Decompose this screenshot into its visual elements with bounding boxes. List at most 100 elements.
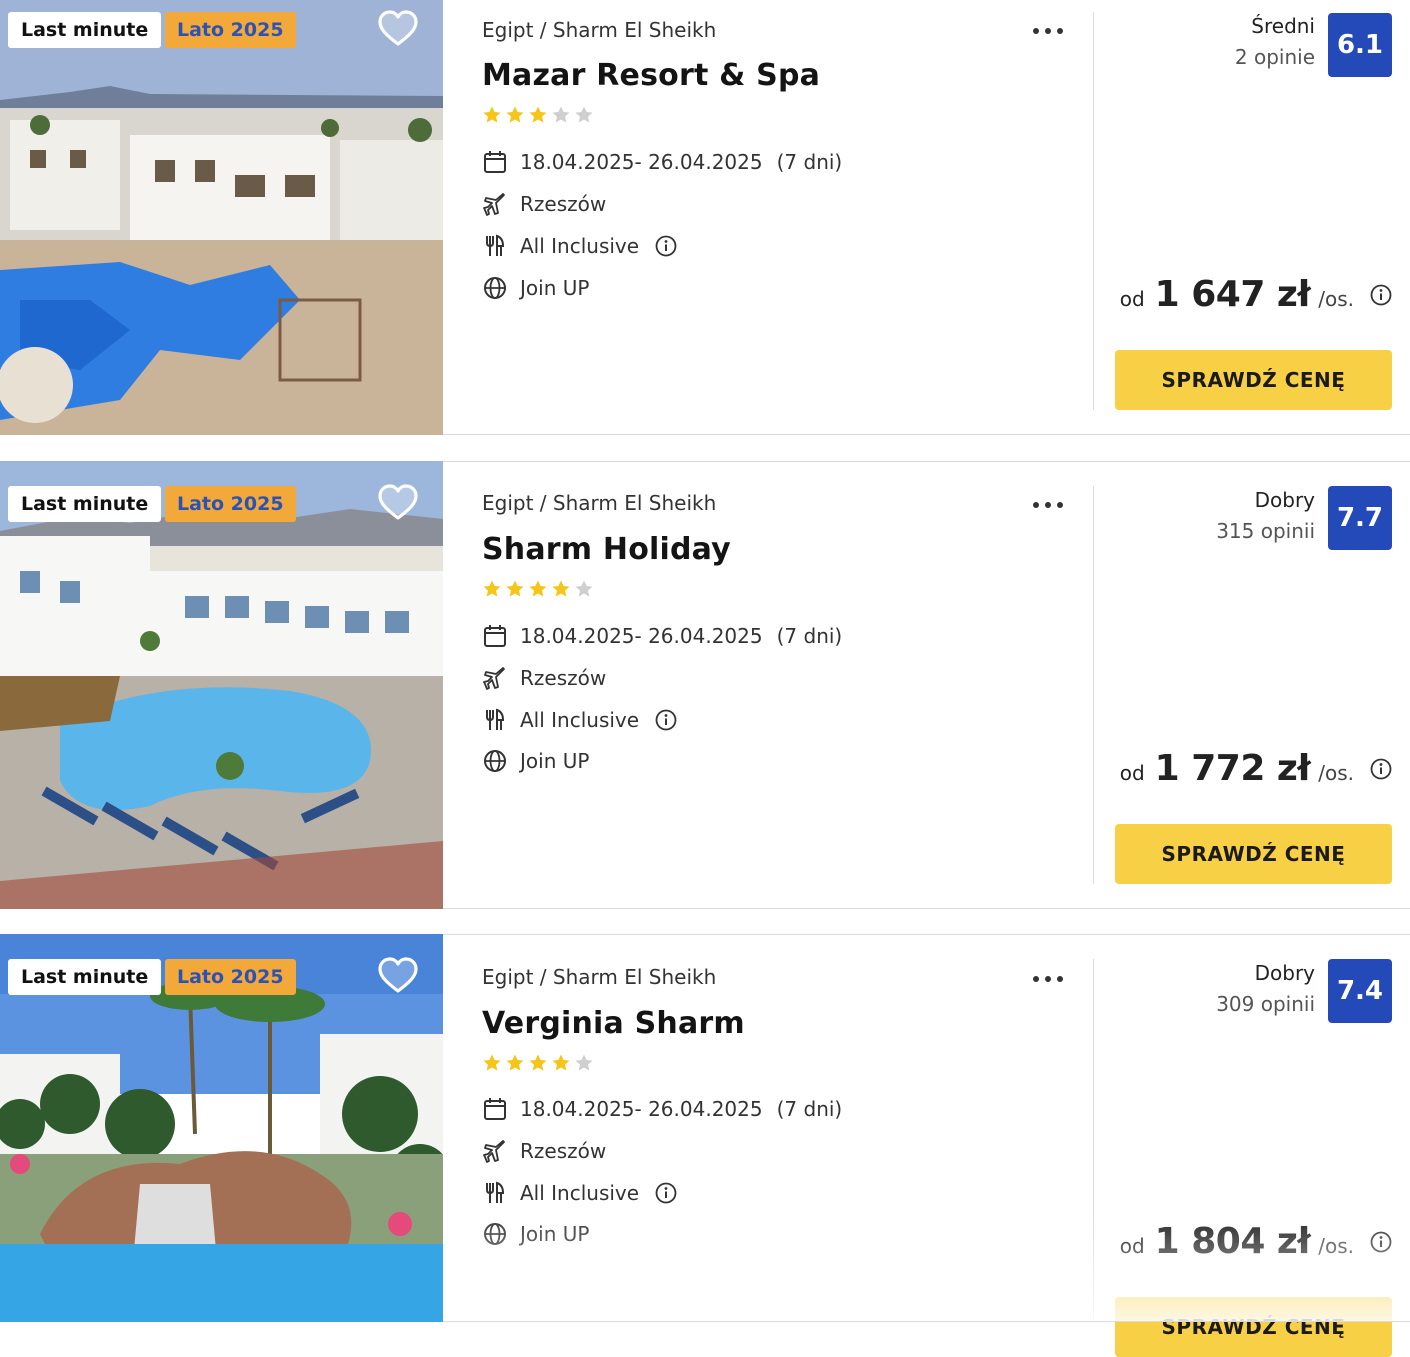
star-filled-icon [506, 580, 524, 597]
board-type: All Inclusive [520, 1181, 640, 1205]
travel-dates: 18.04.2025- 26.04.2025 [520, 1097, 763, 1121]
more-dots-icon[interactable] [1030, 18, 1066, 44]
board-row: All Inclusive [482, 705, 677, 735]
dates-row: 18.04.2025- 26.04.2025 (7 dni) [482, 1094, 842, 1124]
rating-score-badge: 7.7 [1328, 486, 1392, 550]
cutlery-icon [486, 1181, 505, 1203]
rating-label: Średni [1251, 14, 1315, 38]
plane-icon [483, 193, 505, 216]
hotel-photo[interactable]: Last minute Lato 2025 [0, 934, 443, 1322]
more-dots-icon[interactable] [1030, 492, 1066, 518]
price-prefix: od [1119, 287, 1145, 311]
tour-operator: Join UP [520, 749, 590, 773]
offer-card: Last minute Lato 2025 Egipt / Sharm El S… [0, 461, 1410, 909]
price-unit: /os. [1318, 1234, 1354, 1258]
check-price-button[interactable]: SPRAWDŹ CENĘ [1115, 350, 1392, 410]
heart-icon[interactable] [378, 484, 418, 522]
plane-icon [483, 667, 505, 690]
hotel-photo[interactable]: Last minute Lato 2025 [0, 0, 443, 435]
star-empty-icon [575, 106, 593, 123]
badge-last-minute: Last minute [8, 959, 162, 995]
price-row: od 1 772 zł /os. [1120, 748, 1392, 789]
departure-row: Rzeszów [482, 1136, 606, 1166]
hotel-location[interactable]: Egipt / Sharm El Sheikh [482, 491, 716, 515]
dates-row: 18.04.2025- 26.04.2025 (7 dni) [482, 147, 842, 177]
check-price-button[interactable]: SPRAWDŹ CENĘ [1115, 1297, 1392, 1357]
info-icon[interactable] [655, 1182, 677, 1204]
badge-last-minute: Last minute [8, 486, 162, 522]
hotel-photo[interactable]: Last minute Lato 2025 [0, 461, 443, 909]
info-icon[interactable] [1370, 758, 1392, 780]
operator-row: Join UP [482, 746, 589, 776]
globe-icon [484, 750, 506, 772]
star-filled-icon [483, 580, 501, 597]
price-value: 1 772 zł [1154, 748, 1311, 789]
star-empty-icon [552, 106, 570, 123]
departure-city: Rzeszów [520, 666, 607, 690]
info-icon[interactable] [655, 709, 677, 731]
divider [1093, 486, 1094, 884]
offer-card: Last minute Lato 2025 Egipt / Sharm El S… [0, 0, 1410, 435]
star-filled-icon [506, 106, 524, 123]
hotel-name[interactable]: Sharm Holiday [482, 532, 731, 567]
board-type: All Inclusive [520, 234, 640, 258]
price-row: od 1 804 zł /os. [1120, 1221, 1392, 1262]
more-dots-icon[interactable] [1030, 966, 1066, 992]
price-row: od 1 647 zł /os. [1120, 274, 1392, 315]
hotel-location[interactable]: Egipt / Sharm El Sheikh [482, 18, 716, 42]
price-unit: /os. [1318, 287, 1354, 311]
trip-duration: (7 dni) [776, 150, 843, 174]
board-row: All Inclusive [482, 231, 677, 261]
tour-operator: Join UP [520, 1222, 590, 1246]
departure-row: Rzeszów [482, 663, 606, 693]
travel-dates: 18.04.2025- 26.04.2025 [520, 150, 763, 174]
calendar-icon [484, 151, 506, 173]
rating-score-badge: 6.1 [1328, 13, 1392, 77]
heart-icon[interactable] [378, 10, 418, 48]
star-filled-icon [483, 106, 501, 123]
star-empty-icon [575, 1054, 593, 1071]
star-filled-icon [529, 580, 547, 597]
reviews-count[interactable]: 315 opinii [1216, 519, 1315, 543]
star-empty-icon [575, 580, 593, 597]
heart-icon[interactable] [378, 957, 418, 995]
rating-label: Dobry [1254, 961, 1315, 985]
star-filled-icon [483, 1054, 501, 1071]
price-prefix: od [1119, 761, 1145, 785]
info-icon[interactable] [1370, 1231, 1392, 1253]
plane-icon [483, 1140, 505, 1163]
star-filled-icon [506, 1054, 524, 1071]
badge-season: Lato 2025 [165, 959, 296, 995]
hotel-name[interactable]: Verginia Sharm [482, 1006, 745, 1041]
hotel-location[interactable]: Egipt / Sharm El Sheikh [482, 965, 716, 989]
reviews-count[interactable]: 309 opinii [1216, 992, 1315, 1016]
star-filled-icon [552, 580, 570, 597]
badge-last-minute: Last minute [8, 12, 162, 48]
star-filled-icon [529, 106, 547, 123]
reviews-count[interactable]: 2 opinie [1235, 45, 1315, 69]
globe-icon [484, 277, 506, 299]
trip-duration: (7 dni) [776, 624, 843, 648]
cutlery-icon [486, 708, 505, 730]
tour-operator: Join UP [520, 276, 590, 300]
board-row: All Inclusive [482, 1178, 677, 1208]
star-rating [482, 105, 594, 125]
operator-row: Join UP [482, 1219, 589, 1249]
hotel-name[interactable]: Mazar Resort & Spa [482, 58, 820, 93]
info-icon[interactable] [1370, 284, 1392, 306]
check-price-button[interactable]: SPRAWDŹ CENĘ [1115, 824, 1392, 884]
departure-row: Rzeszów [482, 189, 606, 219]
offer-card: Last minute Lato 2025 Egipt / Sharm El S… [0, 934, 1410, 1357]
badge-season: Lato 2025 [165, 486, 296, 522]
star-rating [482, 579, 594, 599]
badge-season: Lato 2025 [165, 12, 296, 48]
price-unit: /os. [1318, 761, 1354, 785]
rating-label: Dobry [1254, 488, 1315, 512]
trip-duration: (7 dni) [776, 1097, 843, 1121]
star-rating [482, 1053, 594, 1073]
departure-city: Rzeszów [520, 192, 607, 216]
calendar-icon [484, 1098, 506, 1120]
rating-score-badge: 7.4 [1328, 959, 1392, 1023]
info-icon[interactable] [655, 235, 677, 257]
cutlery-icon [486, 234, 505, 256]
